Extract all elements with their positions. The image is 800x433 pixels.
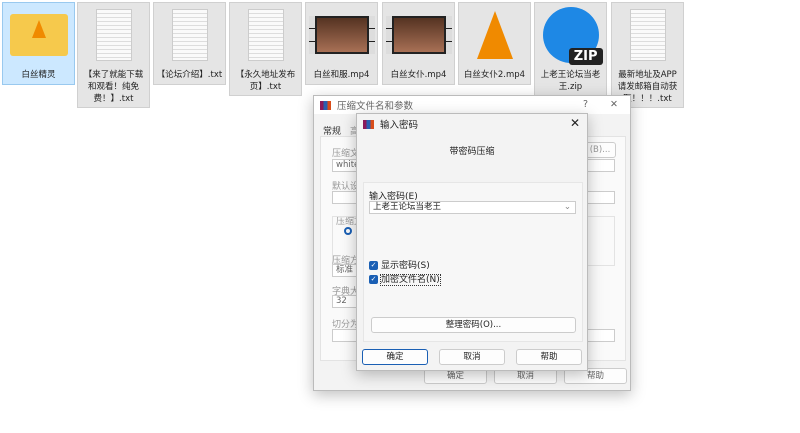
- text-file-icon: [171, 9, 208, 61]
- file-name: 【永久地址发布页】.txt: [235, 70, 296, 92]
- ok-button[interactable]: 确定: [362, 349, 428, 365]
- vlc-cone-icon: [476, 11, 513, 59]
- file-item-txt[interactable]: 【永久地址发布页】.txt: [229, 2, 302, 96]
- close-icon[interactable]: ✕: [610, 99, 618, 110]
- file-item-folder[interactable]: 白丝精灵: [2, 2, 75, 85]
- file-item-video[interactable]: 白丝和服.mp4: [305, 2, 378, 85]
- file-name: 【来了就能下载和观看！纯免费！】.txt: [83, 70, 144, 104]
- help-icon[interactable]: ?: [583, 99, 588, 110]
- cancel-button[interactable]: 取消: [439, 349, 505, 365]
- file-name: 白丝和服.mp4: [313, 70, 370, 80]
- dialog-title: 输入密码: [380, 120, 419, 131]
- show-password-checkbox[interactable]: ✓ 显示密码(S): [369, 258, 430, 271]
- text-file-icon: [629, 9, 666, 61]
- archive-name-label: 压缩文: [332, 149, 360, 159]
- file-name: 白丝精灵: [21, 70, 56, 80]
- file-item-txt[interactable]: 【来了就能下载和观看！纯免费！】.txt: [77, 2, 150, 108]
- organize-passwords-button[interactable]: 整理密码(O)...: [371, 317, 576, 333]
- chevron-down-icon[interactable]: ⌄: [564, 202, 571, 213]
- file-name: 白丝女仆.mp4: [390, 70, 447, 80]
- dialog-heading: 带密码压缩: [449, 147, 495, 157]
- video-thumbnail-icon: [308, 16, 375, 54]
- file-item-txt[interactable]: 最新地址及APP请发邮箱自动获取！！！.txt: [611, 2, 684, 108]
- file-item-zip[interactable]: ZIP 上老王论坛当老王.zip: [534, 2, 607, 98]
- text-file-icon: [95, 9, 132, 61]
- password-value: 上老王论坛当老王: [373, 202, 442, 212]
- file-item-video[interactable]: 白丝女仆2.mp4: [458, 2, 531, 85]
- winrar-icon: [320, 100, 331, 110]
- text-file-icon: [247, 9, 284, 61]
- zip-icon: ZIP: [542, 7, 603, 65]
- video-thumbnail-icon: [385, 16, 452, 54]
- folder-icon: [9, 14, 68, 56]
- winrar-icon: [363, 119, 374, 129]
- file-name: 上老王论坛当老王.zip: [540, 70, 601, 92]
- checkbox-checked-icon: ✓: [369, 261, 378, 270]
- file-item-txt[interactable]: 【论坛介绍】.txt: [153, 2, 226, 85]
- checkbox-checked-icon: ✓: [369, 275, 378, 284]
- checkbox-label: 加密文件名(N): [380, 274, 441, 286]
- file-item-video[interactable]: 白丝女仆.mp4: [382, 2, 455, 85]
- close-icon[interactable]: ✕: [570, 116, 580, 130]
- browse-button[interactable]: (B)...: [584, 142, 616, 158]
- dialog-title: 压缩文件名和参数: [337, 101, 414, 112]
- checkbox-label: 显示密码(S): [381, 261, 430, 271]
- file-name: 【论坛介绍】.txt: [156, 70, 223, 80]
- encrypt-filenames-checkbox[interactable]: ✓ 加密文件名(N): [369, 272, 441, 286]
- password-input[interactable]: 上老王论坛当老王 ⌄: [369, 201, 576, 214]
- file-name: 白丝女仆2.mp4: [463, 70, 526, 80]
- help-button[interactable]: 帮助: [516, 349, 582, 365]
- password-dialog: 输入密码 ✕ 带密码压缩 输入密码(E) 上老王论坛当老王 ⌄ ✓ 显示密码(S) …: [356, 113, 588, 371]
